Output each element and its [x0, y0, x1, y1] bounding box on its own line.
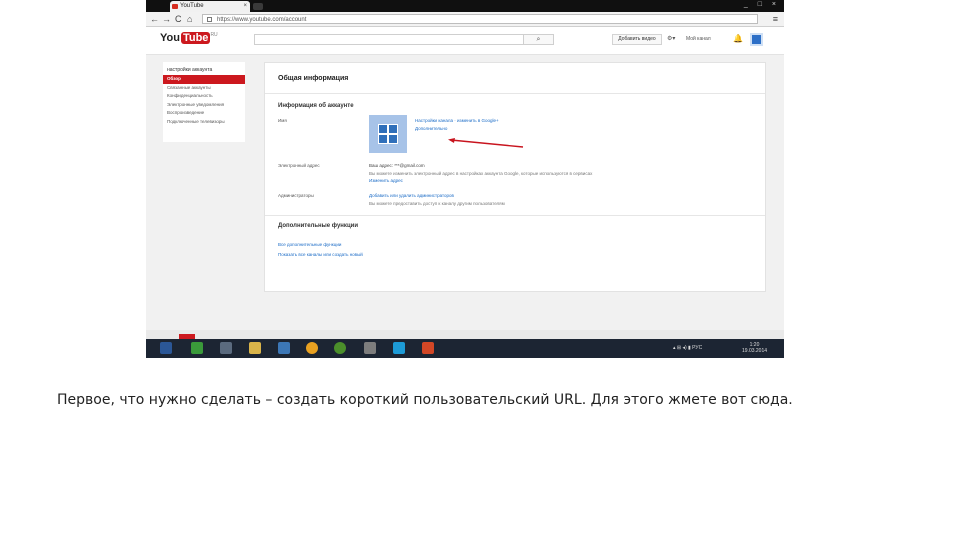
sidebar-header: настройки аккаунта: [167, 67, 213, 73]
extra-features-heading: Дополнительные функции: [278, 223, 359, 229]
browser-titlebar: YouTube × _ □ ×: [146, 0, 784, 12]
evernote-app-icon[interactable]: [191, 342, 203, 354]
forward-icon[interactable]: →: [162, 13, 171, 25]
admins-label: Администраторы: [278, 193, 314, 198]
sidebar-item-overview[interactable]: Обзор: [163, 75, 245, 84]
overview-panel: Общая информация Информация об аккаунте …: [264, 62, 766, 292]
screenshot: YouTube × _ □ × ← → C ⌂ https://www.yout…: [146, 0, 784, 358]
youtube-favicon-icon: [172, 4, 178, 9]
chrome-app-icon[interactable]: [334, 342, 346, 354]
channel-settings-link[interactable]: Настройки канала · изменить в Google+: [415, 118, 499, 123]
page-title: Общая информация: [278, 75, 349, 82]
avast-app-icon[interactable]: [306, 342, 318, 354]
reload-icon[interactable]: C: [175, 13, 182, 25]
divider: [265, 93, 765, 94]
my-channel-link[interactable]: Мой канал: [686, 34, 711, 45]
youtube-page: You Tube RU ⌕ Добавить видео ⚙▾ Мой канал …: [146, 27, 784, 330]
email-value: Ваш адрес: ***@gmail.com: [369, 163, 425, 168]
avatar[interactable]: [750, 33, 763, 46]
email-label: Электронный адрес: [278, 163, 320, 168]
powerpoint-app-icon[interactable]: [422, 342, 434, 354]
advanced-link[interactable]: Дополнительно: [415, 126, 447, 131]
annotation-arrow: [448, 138, 524, 148]
logo-tube: Tube: [180, 32, 211, 44]
email-note: Вы можете изменить электронный адрес в н…: [369, 171, 593, 176]
name-label: Имя: [278, 118, 287, 123]
clock-date: 19.03.2014: [742, 348, 768, 354]
notepad-app-icon[interactable]: [220, 342, 232, 354]
photo-app-icon[interactable]: [278, 342, 290, 354]
sidebar-item-connected-accounts[interactable]: Связанные аккаунты: [163, 84, 245, 93]
window-controls[interactable]: _ □ ×: [744, 1, 780, 8]
word-app-icon[interactable]: [160, 342, 172, 354]
admins-note: Вы можете предоставить доступ к каналу д…: [369, 201, 505, 206]
account-info-heading: Информация об аккаунте: [278, 103, 354, 109]
all-channels-link[interactable]: Показать все каналы или создать новый: [278, 252, 363, 257]
add-video-button[interactable]: Добавить видео: [612, 34, 662, 45]
all-features-link[interactable]: Все дополнительные функции: [278, 242, 341, 247]
chevron-down-icon: ▾: [672, 36, 676, 42]
search-button[interactable]: ⌕: [523, 34, 554, 45]
notifications-bell-icon[interactable]: 🔔: [733, 34, 743, 43]
logo-you: You: [160, 32, 180, 44]
youtube-logo[interactable]: You Tube RU: [160, 32, 218, 44]
address-bar[interactable]: https://www.youtube.com/account: [202, 14, 758, 24]
tab-close-icon[interactable]: ×: [243, 1, 247, 12]
browser-toolbar: ← → C ⌂ https://www.youtube.com/account …: [146, 12, 784, 27]
sidebar-item-connected-tvs[interactable]: Подключенные телевизоры: [163, 118, 245, 127]
logo-region: RU: [210, 32, 218, 38]
photo-placeholder-icon: [378, 124, 398, 144]
new-tab-button[interactable]: [253, 3, 263, 10]
sidebar-item-privacy[interactable]: Конфиденциальность: [163, 92, 245, 101]
channel-photo[interactable]: [369, 115, 407, 153]
tab-title: YouTube: [180, 3, 204, 9]
skype-app-icon[interactable]: [393, 342, 405, 354]
settings-sidebar: настройки аккаунта Обзор Связанные аккау…: [163, 62, 245, 142]
folder-app-icon[interactable]: [249, 342, 261, 354]
sidebar-item-playback[interactable]: Воспроизведение: [163, 109, 245, 118]
home-icon[interactable]: ⌂: [187, 13, 192, 25]
lock-icon: [207, 17, 212, 22]
browser-menu-icon[interactable]: ≡: [773, 14, 778, 24]
inkscape-app-icon[interactable]: [364, 342, 376, 354]
browser-tab[interactable]: YouTube ×: [170, 1, 250, 12]
search-input[interactable]: [254, 34, 554, 45]
clock[interactable]: 1:20 19.03.2014: [742, 342, 767, 354]
system-tray[interactable]: ▴ ⊞ ◂) ▮ РУС: [673, 345, 702, 351]
sidebar-item-email-notifications[interactable]: Электронные уведомления: [163, 101, 245, 110]
search-icon: ⌕: [536, 36, 541, 43]
change-email-link[interactable]: Изменить адрес: [369, 178, 403, 183]
settings-gear-icon[interactable]: ⚙▾: [667, 34, 675, 45]
divider: [265, 215, 765, 216]
windows-taskbar: ▴ ⊞ ◂) ▮ РУС 1:20 19.03.2014: [146, 339, 784, 358]
back-icon[interactable]: ←: [150, 13, 159, 25]
address-url: https://www.youtube.com/account: [217, 17, 307, 23]
masthead: You Tube RU ⌕ Добавить видео ⚙▾ Мой канал …: [146, 27, 784, 55]
slide-caption: Первое, что нужно сделать – создать коро…: [57, 392, 793, 408]
manage-admins-link[interactable]: Добавить или удалить администраторов: [369, 193, 454, 198]
